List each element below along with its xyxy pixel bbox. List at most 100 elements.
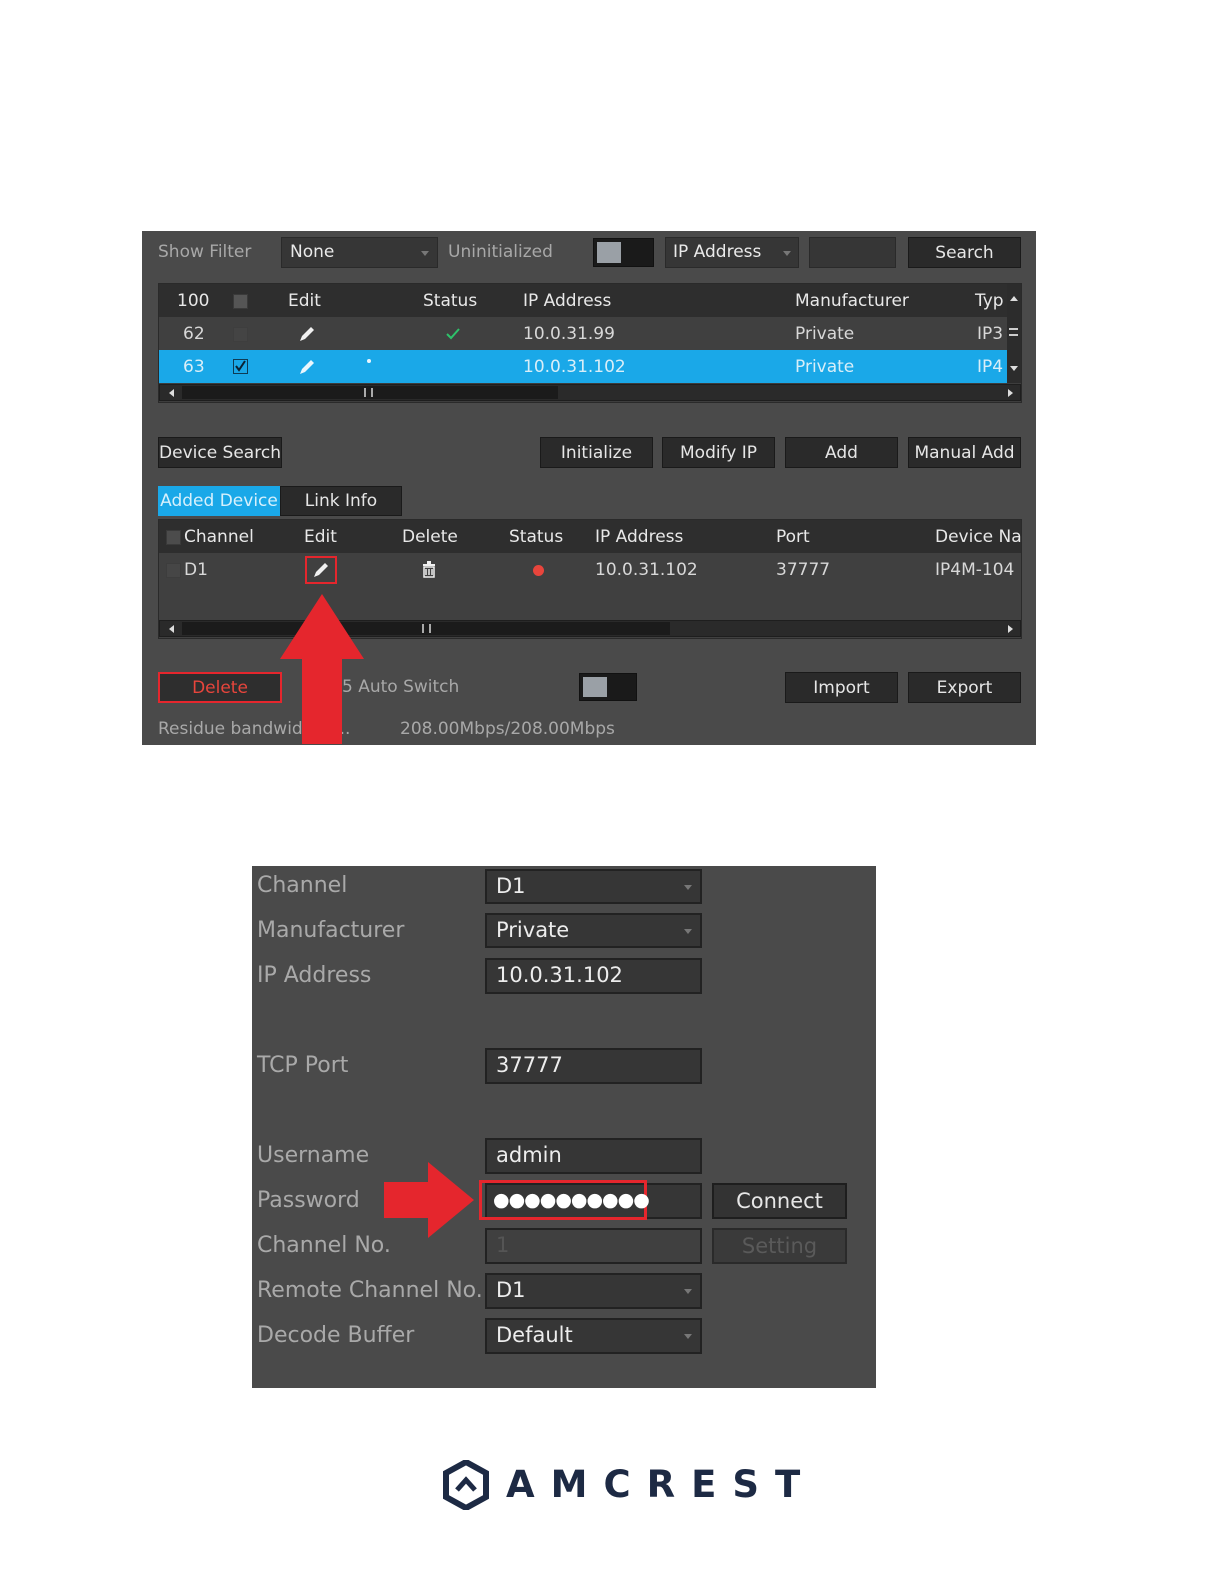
- show-filter-label: Show Filter: [158, 242, 252, 262]
- import-button[interactable]: Import: [785, 672, 898, 703]
- scroll-down-icon[interactable]: [1010, 366, 1018, 371]
- channel-no-label: Channel No.: [257, 1233, 391, 1258]
- horizontal-scrollbar[interactable]: [159, 384, 1021, 401]
- search-button[interactable]: Search: [908, 237, 1021, 268]
- channel-select[interactable]: D1: [485, 869, 702, 904]
- scroll-up-icon[interactable]: [1010, 296, 1018, 301]
- channel-no-value: 1: [496, 1233, 510, 1257]
- header-ip: IP Address: [595, 527, 684, 547]
- scroll-thumb-icon[interactable]: [1009, 328, 1018, 336]
- trash-icon[interactable]: [422, 561, 436, 578]
- chevron-down-icon: [684, 885, 692, 890]
- row-manufacturer: Private: [795, 357, 855, 377]
- decode-buffer-select[interactable]: Default: [485, 1318, 702, 1354]
- modify-ip-button[interactable]: Modify IP: [662, 437, 775, 468]
- manufacturer-label: Manufacturer: [257, 918, 405, 943]
- username-label: Username: [257, 1143, 370, 1168]
- chevron-down-icon: [783, 251, 791, 256]
- chevron-down-icon: [421, 251, 429, 256]
- tab-link-info[interactable]: Link Info: [280, 486, 402, 516]
- vertical-scrollbar[interactable]: [1007, 284, 1021, 383]
- header-manufacturer: Manufacturer: [795, 291, 909, 311]
- row-ip: 10.0.31.102: [523, 357, 626, 377]
- manual-add-button[interactable]: Manual Add: [908, 437, 1021, 468]
- row-checkbox-checked[interactable]: [233, 359, 248, 374]
- edit-pencil-icon[interactable]: [298, 358, 316, 376]
- show-filter-select[interactable]: None: [281, 237, 438, 268]
- channel-value: D1: [496, 874, 526, 898]
- tcp-port-value: 37777: [496, 1053, 563, 1077]
- toggle-knob: [583, 677, 607, 697]
- password-label: Password: [257, 1188, 360, 1213]
- header-device-name: Device Na: [935, 527, 1022, 547]
- residue-bandwidth-value: 208.00Mbps/208.00Mbps: [400, 719, 615, 739]
- select-all-checkbox[interactable]: [233, 294, 248, 309]
- password-value: ●●●●●●●●●●: [493, 1189, 650, 1211]
- uninitialized-toggle[interactable]: [593, 238, 654, 267]
- decode-buffer-value: Default: [496, 1323, 573, 1347]
- header-edit: Edit: [304, 527, 337, 547]
- chevron-down-icon: [684, 929, 692, 934]
- tcp-port-input[interactable]: 37777: [485, 1048, 702, 1084]
- password-highlight-box: ●●●●●●●●●●: [479, 1180, 650, 1220]
- initialize-button[interactable]: Initialize: [540, 437, 653, 468]
- search-field-value: IP Address: [673, 242, 762, 262]
- uninitialized-label: Uninitialized: [448, 242, 553, 262]
- connect-button[interactable]: Connect: [712, 1183, 847, 1219]
- add-button[interactable]: Add: [785, 437, 898, 468]
- username-value: admin: [496, 1143, 562, 1167]
- row-checkbox[interactable]: [166, 563, 181, 578]
- table-row[interactable]: 62 10.0.31.99 Private IP3: [159, 317, 1021, 350]
- row-type: IP3: [977, 324, 1004, 344]
- table-header: 100 Edit Status IP Address Manufacturer …: [159, 284, 1021, 317]
- search-input[interactable]: [809, 237, 896, 268]
- scroll-left-icon[interactable]: [169, 625, 174, 633]
- tcp-port-label: TCP Port: [257, 1053, 349, 1078]
- table-header: Channel Edit Delete Status IP Address Po…: [159, 520, 1022, 553]
- amcrest-brand-text: AMCREST: [506, 1463, 817, 1506]
- remote-channel-value: D1: [496, 1278, 526, 1302]
- row-port: 37777: [776, 560, 831, 580]
- table-row-selected[interactable]: 63 10.0.31.102 Private IP4: [159, 350, 1007, 383]
- channel-no-input: 1: [485, 1228, 702, 1264]
- tab-added-device[interactable]: Added Device: [158, 486, 280, 516]
- ip-address-value: 10.0.31.102: [496, 963, 623, 987]
- table-row[interactable]: D1 10.0.31.102 37777 IP4M-104: [159, 553, 1021, 586]
- header-status: Status: [423, 291, 478, 311]
- row-number: 63: [183, 357, 205, 377]
- manufacturer-select[interactable]: Private: [485, 913, 702, 948]
- remote-channel-select[interactable]: D1: [485, 1273, 702, 1309]
- status-check-icon: [446, 328, 460, 340]
- chevron-down-icon: [684, 1289, 692, 1294]
- delete-button[interactable]: Delete: [158, 672, 282, 703]
- show-filter-value: None: [290, 242, 335, 262]
- row-number: 62: [183, 324, 205, 344]
- header-type: Typ: [975, 291, 1004, 311]
- edit-device-panel: Channel D1 Manufacturer Private IP Addre…: [252, 866, 876, 1388]
- auto-switch-toggle[interactable]: [579, 673, 637, 701]
- export-button[interactable]: Export: [908, 672, 1021, 703]
- header-delete: Delete: [402, 527, 458, 547]
- device-search-button[interactable]: Device Search: [158, 437, 282, 468]
- search-field-select[interactable]: IP Address: [665, 237, 799, 268]
- header-channel: Channel: [184, 527, 254, 547]
- edit-pencil-icon[interactable]: [298, 325, 316, 343]
- remote-channel-label: Remote Channel No.: [257, 1278, 483, 1303]
- header-port: Port: [776, 527, 810, 547]
- username-input[interactable]: admin: [485, 1138, 702, 1174]
- scroll-right-icon[interactable]: [1008, 389, 1013, 397]
- device-manager-panel: Show Filter None Uninitialized IP Addres…: [142, 231, 1036, 745]
- row-channel: D1: [184, 560, 208, 580]
- setting-button: Setting: [712, 1228, 847, 1264]
- select-all-checkbox[interactable]: [166, 530, 181, 545]
- channel-label: Channel: [257, 873, 348, 898]
- ip-address-input[interactable]: 10.0.31.102: [485, 958, 702, 994]
- edit-pencil-icon[interactable]: [312, 561, 330, 579]
- row-checkbox[interactable]: [233, 327, 248, 342]
- scroll-right-icon[interactable]: [1008, 625, 1013, 633]
- header-ip: IP Address: [523, 291, 612, 311]
- chevron-down-icon: [684, 1334, 692, 1339]
- ip-address-label: IP Address: [257, 963, 372, 988]
- grip-icon: [422, 624, 431, 633]
- scroll-left-icon[interactable]: [169, 389, 174, 397]
